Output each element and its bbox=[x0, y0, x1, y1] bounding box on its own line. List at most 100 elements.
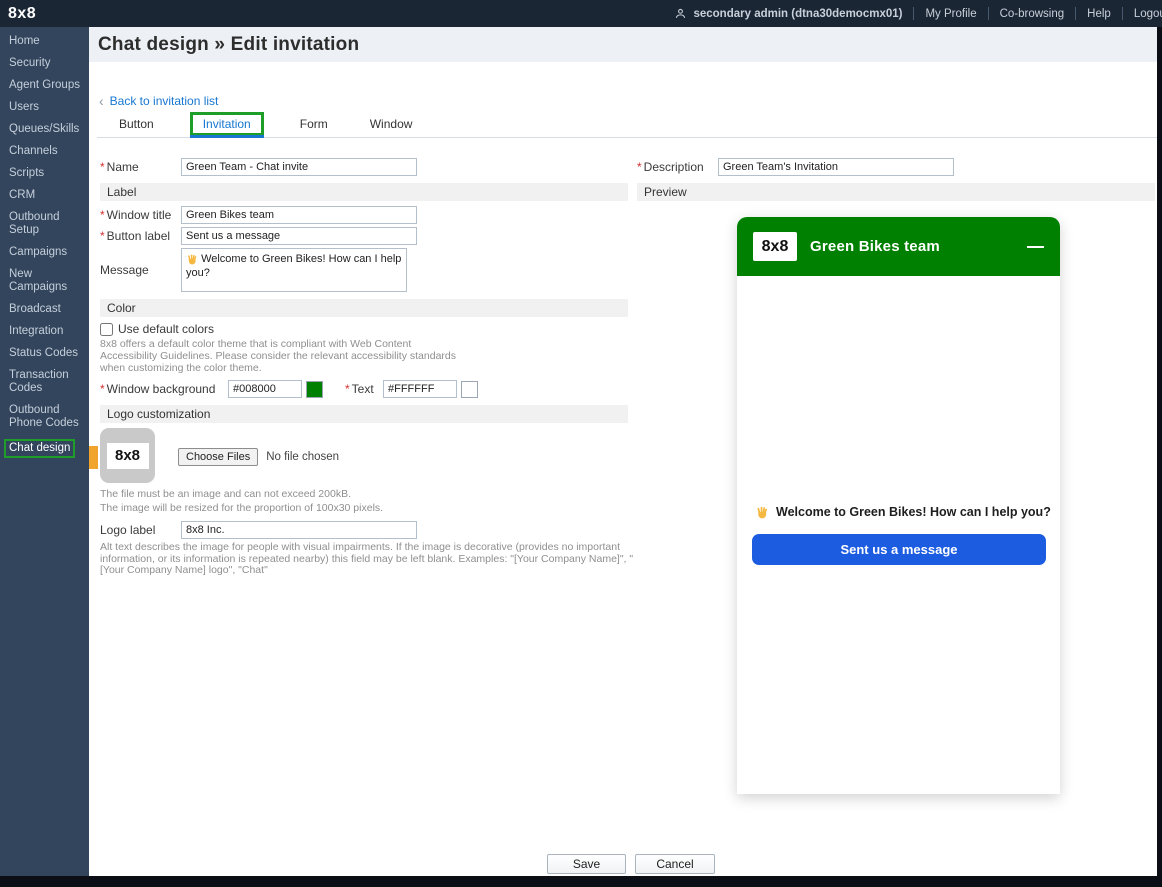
menu-separator bbox=[988, 7, 989, 20]
sidebar-item-outbound-setup[interactable]: Outbound Setup bbox=[0, 209, 89, 239]
sidebar-item-label: New Campaigns bbox=[9, 268, 67, 293]
sidebar-item-home[interactable]: Home bbox=[0, 33, 89, 50]
button-label-row: *Button label bbox=[100, 227, 628, 245]
logo-preview-image: 8x8 bbox=[107, 443, 149, 469]
tab-bar: Button Invitation Form Window bbox=[97, 111, 1157, 138]
tab-window[interactable]: Window bbox=[364, 111, 419, 137]
back-to-list[interactable]: ‹ Back to invitation list bbox=[99, 94, 218, 108]
description-row: *Description bbox=[637, 158, 1155, 176]
message-label: Message bbox=[100, 263, 181, 277]
page-header: Chat design » Edit invitation bbox=[89, 27, 1157, 62]
logo-preview-tile: 8x8 bbox=[100, 428, 155, 483]
preview-message: Welcome to Green Bikes! How can I help y… bbox=[755, 505, 1051, 519]
choose-files-button[interactable]: Choose Files bbox=[178, 448, 258, 466]
user-label: secondary admin (dtna30democmx01) bbox=[693, 8, 902, 20]
preview-message-text: Welcome to Green Bikes! How can I help y… bbox=[776, 505, 1051, 519]
main-content: Chat design » Edit invitation ‹ Back to … bbox=[89, 27, 1157, 876]
message-row: Message Welcome to Green Bikes! How can … bbox=[100, 248, 628, 292]
preview-section-header: Preview bbox=[637, 183, 1155, 201]
sidebar-item-scripts[interactable]: Scripts bbox=[0, 165, 89, 182]
sidebar-item-broadcast[interactable]: Broadcast bbox=[0, 301, 89, 318]
wave-emoji-icon bbox=[755, 505, 769, 519]
window-title-label: *Window title bbox=[100, 208, 181, 222]
sidebar-item-label: Integration bbox=[9, 325, 63, 337]
window-title-input[interactable] bbox=[181, 206, 417, 224]
name-input[interactable] bbox=[181, 158, 417, 176]
button-label-input[interactable] bbox=[181, 227, 417, 245]
chevron-left-icon: ‹ bbox=[99, 95, 104, 107]
use-default-colors-checkbox[interactable] bbox=[100, 323, 113, 336]
sidebar-item-label: Queues/Skills bbox=[9, 123, 79, 135]
sidebar-item-outbound-phone-codes[interactable]: Outbound Phone Codes bbox=[0, 402, 89, 432]
sidebar-item-label: CRM bbox=[9, 189, 35, 201]
sidebar-item-label: Security bbox=[9, 57, 51, 69]
use-default-colors-row: Use default colors bbox=[100, 322, 628, 336]
app-logo: 8x8 bbox=[8, 5, 36, 23]
use-default-colors-label: Use default colors bbox=[118, 322, 214, 336]
cancel-button[interactable]: Cancel bbox=[635, 854, 715, 874]
sidebar-item-campaigns[interactable]: Campaigns bbox=[0, 244, 89, 261]
preview-send-button[interactable]: Sent us a message bbox=[752, 534, 1046, 565]
sidebar-item-chat-design[interactable]: Chat design bbox=[0, 437, 89, 460]
preview-chat-body: Welcome to Green Bikes! How can I help y… bbox=[737, 276, 1060, 794]
sidebar-item-queues-skills[interactable]: Queues/Skills bbox=[0, 121, 89, 138]
required-marker: * bbox=[100, 382, 105, 396]
screen: 8x8 secondary admin (dtna30democmx01) My… bbox=[0, 0, 1162, 887]
topbar-menu-help[interactable]: Help bbox=[1087, 8, 1111, 20]
sidebar-item-integration[interactable]: Integration bbox=[0, 323, 89, 340]
topbar-menu-co-browsing[interactable]: Co-browsing bbox=[1000, 8, 1065, 20]
wave-emoji-icon bbox=[186, 253, 198, 265]
tab-label: Form bbox=[294, 115, 334, 133]
current-section-indicator bbox=[89, 446, 98, 469]
message-text: Welcome to Green Bikes! How can I help y… bbox=[186, 253, 401, 279]
message-textarea[interactable]: Welcome to Green Bikes! How can I help y… bbox=[181, 248, 407, 292]
form-left-column: *Name Label *Window title *Button label … bbox=[100, 155, 628, 579]
menu-separator bbox=[913, 7, 914, 20]
logo-label-input[interactable] bbox=[181, 521, 417, 539]
sidebar-item-users[interactable]: Users bbox=[0, 99, 89, 116]
color-section-header: Color bbox=[100, 299, 628, 317]
logo-upload-row: 8x8 Choose Files No file chosen bbox=[100, 428, 628, 483]
topbar-menu: secondary admin (dtna30democmx01) My Pro… bbox=[674, 0, 1162, 27]
logo-label-label: Logo label bbox=[100, 523, 181, 537]
window-background-swatch[interactable] bbox=[306, 381, 323, 398]
file-help-line1: The file must be an image and can not ex… bbox=[100, 488, 628, 500]
sidebar-item-label: Campaigns bbox=[9, 246, 67, 258]
sidebar-item-agent-groups[interactable]: Agent Groups bbox=[0, 77, 89, 94]
required-marker: * bbox=[100, 208, 105, 222]
name-row: *Name bbox=[100, 158, 628, 176]
sidebar-item-new-campaigns[interactable]: New Campaigns bbox=[0, 266, 89, 296]
user-menu[interactable]: secondary admin (dtna30democmx01) bbox=[674, 7, 902, 20]
sidebar-item-label: Home bbox=[9, 35, 40, 47]
tab-label: Invitation bbox=[190, 112, 264, 136]
required-marker: * bbox=[345, 382, 350, 396]
file-help-line2: The image will be resized for the propor… bbox=[100, 502, 628, 514]
name-label: *Name bbox=[100, 160, 181, 174]
text-color-input[interactable] bbox=[383, 380, 457, 398]
no-file-chosen-text: No file chosen bbox=[266, 451, 339, 463]
tab-form[interactable]: Form bbox=[294, 111, 334, 137]
file-control: Choose Files No file chosen bbox=[178, 448, 339, 466]
sidebar-item-label: Channels bbox=[9, 145, 58, 157]
person-icon bbox=[674, 7, 687, 20]
required-marker: * bbox=[637, 160, 642, 174]
tab-invitation[interactable]: Invitation bbox=[190, 111, 264, 137]
tab-button[interactable]: Button bbox=[113, 111, 160, 137]
color-inputs-row: *Window background *Text bbox=[100, 380, 628, 398]
sidebar-item-security[interactable]: Security bbox=[0, 55, 89, 72]
window-background-input[interactable] bbox=[228, 380, 302, 398]
save-button[interactable]: Save bbox=[547, 854, 626, 874]
description-input[interactable] bbox=[718, 158, 954, 176]
sidebar-item-status-codes[interactable]: Status Codes bbox=[0, 345, 89, 362]
topbar-menu-logout[interactable]: Logout bbox=[1134, 8, 1162, 20]
topbar-menu-my-profile[interactable]: My Profile bbox=[925, 8, 976, 20]
sidebar-item-channels[interactable]: Channels bbox=[0, 143, 89, 160]
preview-chat-header: 8x8 Green Bikes team bbox=[737, 217, 1060, 276]
sidebar-item-transaction-codes[interactable]: Transaction Codes bbox=[0, 367, 89, 397]
text-color-swatch[interactable] bbox=[461, 381, 478, 398]
button-label-label: *Button label bbox=[100, 229, 181, 243]
label-section-header: Label bbox=[100, 183, 628, 201]
sidebar-item-crm[interactable]: CRM bbox=[0, 187, 89, 204]
sidebar-item-label: Agent Groups bbox=[9, 79, 80, 91]
window-background-label: *Window background bbox=[100, 382, 228, 396]
